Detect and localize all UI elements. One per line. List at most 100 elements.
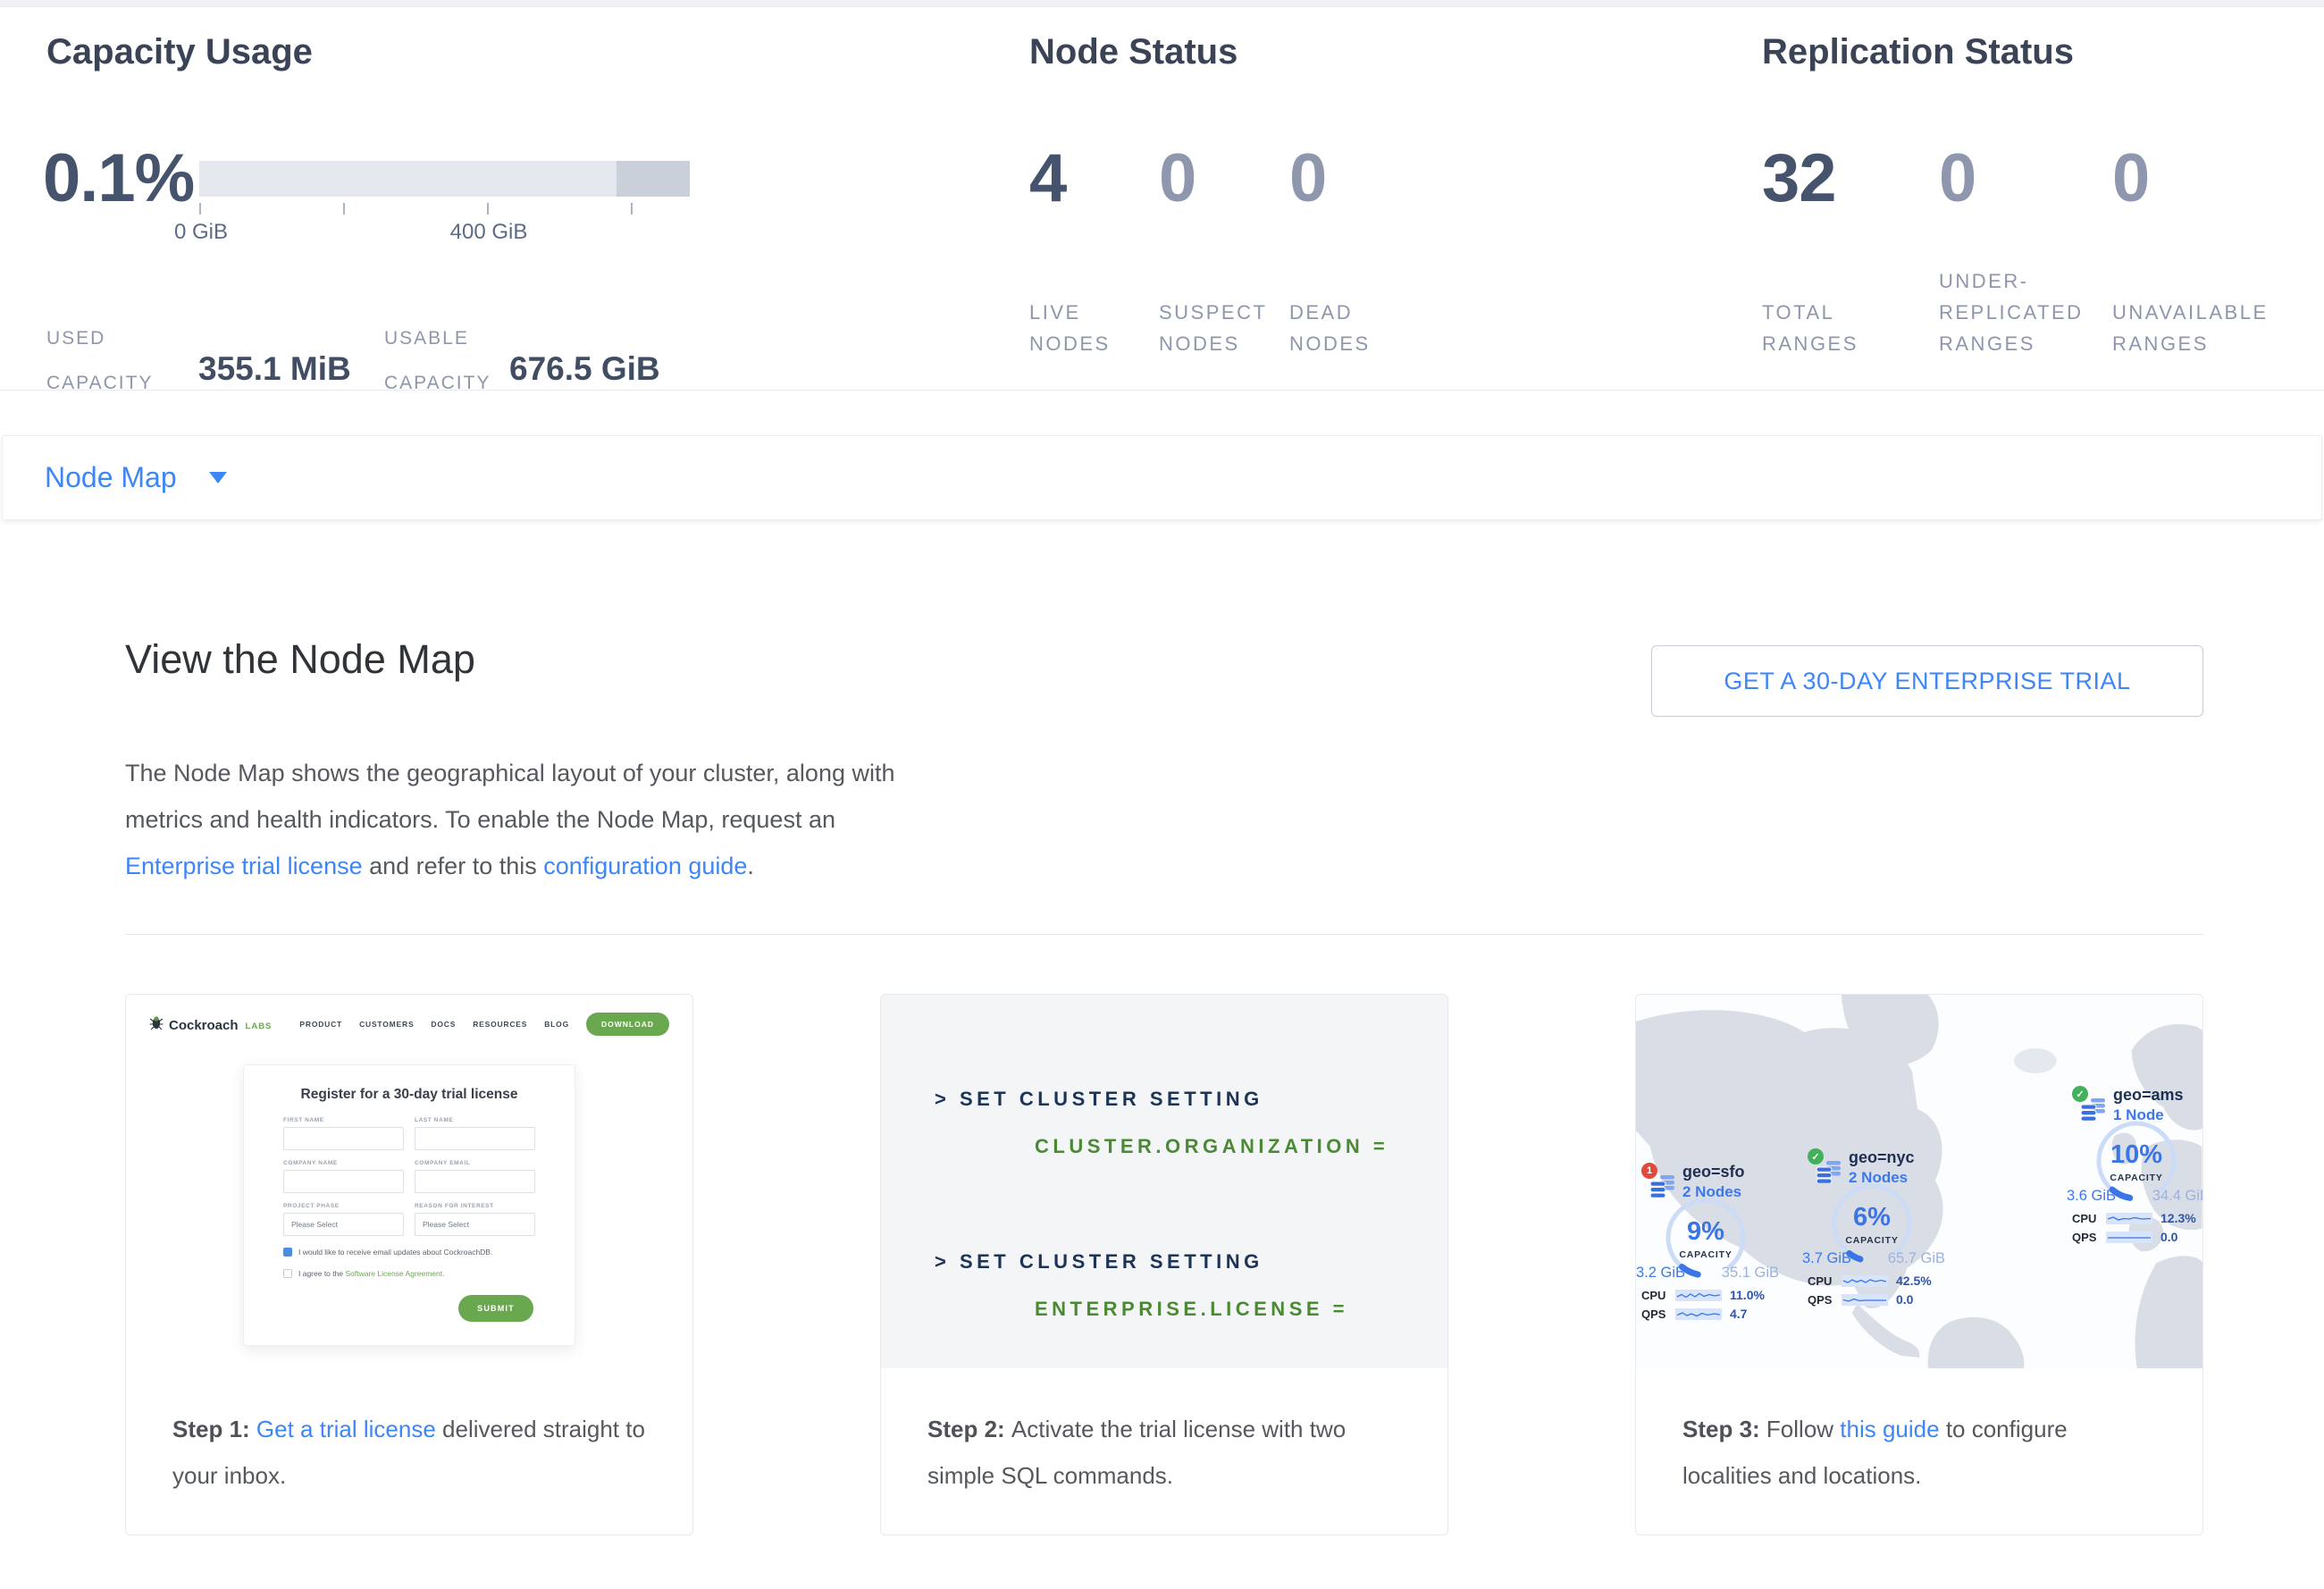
checkbox-unchecked-icon xyxy=(283,1269,292,1278)
map-node-nyc: ✓ geo=nyc 2 Nodes 6% CAPACITY 3.7 GiB xyxy=(1808,1147,1942,1309)
cpu-value: 11.0% xyxy=(1730,1288,1765,1302)
capacity-axis-tick xyxy=(631,203,633,214)
live-nodes-value: 4 xyxy=(1029,139,1066,217)
dead-nodes-value: 0 xyxy=(1289,139,1326,217)
mini-field-label: COMPANY EMAIL xyxy=(415,1160,535,1166)
step-3-caption: Step 3: Follow this guide to configure l… xyxy=(1636,1368,2202,1499)
cpu-label: CPU xyxy=(2072,1212,2106,1225)
capacity-range: 3.6 GiB 34.4 GiB xyxy=(2067,1188,2203,1205)
cpu-metric-row: CPU 11.0% xyxy=(1641,1288,1765,1302)
used-capacity-label: USED CAPACITY xyxy=(46,316,189,406)
live-nodes-label: LIVE NODES xyxy=(1029,297,1145,359)
capacity-label: CAPACITY xyxy=(1661,1249,1750,1260)
step-1-card: Cockroach LABS PRODUCT CUSTOMERS DOCS RE… xyxy=(125,994,693,1535)
under-replicated-ranges-value: 0 xyxy=(1939,139,1976,217)
chevron-down-icon xyxy=(209,472,227,483)
replication-status-title: Replication Status xyxy=(1762,32,2074,72)
section-description: The Node Map shows the geographical layo… xyxy=(125,750,938,889)
mini-field-label: FIRST NAME xyxy=(283,1117,404,1123)
mini-checkbox-label: I agree to the Software License Agreemen… xyxy=(298,1269,445,1279)
page-top-strip xyxy=(0,0,2324,7)
unavailable-ranges-value: 0 xyxy=(2112,139,2149,217)
enterprise-trial-license-link[interactable]: Enterprise trial license xyxy=(125,853,363,879)
usable-capacity-value: 676.5 GiB xyxy=(509,350,660,388)
mini-form-fields: FIRST NAME LAST NAME COMPANY NAME COMPAN… xyxy=(283,1117,535,1236)
cockroach-labs-logo: Cockroach LABS xyxy=(149,1016,272,1033)
cpu-metric-row: CPU 42.5% xyxy=(1808,1274,1932,1288)
cpu-value: 42.5% xyxy=(1896,1274,1932,1288)
mini-field-first-name: FIRST NAME xyxy=(283,1117,404,1150)
cluster-overview-page: Capacity Usage 0.1% 0 GiB 400 GiB USED C… xyxy=(0,0,2324,1589)
capacity-total: 35.1 GiB xyxy=(1722,1265,1779,1282)
qps-label: QPS xyxy=(1641,1307,1675,1321)
cpu-value: 12.3% xyxy=(2160,1211,2196,1225)
capacity-axis-tick xyxy=(343,203,345,214)
step-2-caption: Step 2: Activate the trial license with … xyxy=(881,1368,1447,1499)
capacity-axis-label-zero: 0 GiB xyxy=(174,220,228,245)
view-selector-label: Node Map xyxy=(45,461,177,494)
capacity-percent: 10% xyxy=(2092,1140,2181,1170)
mini-submit-button: SUBMIT xyxy=(458,1295,533,1322)
cpu-sparkline xyxy=(2106,1213,2152,1224)
mini-site-nav: PRODUCT CUSTOMERS DOCS RESOURCES BLOG DO… xyxy=(299,1013,669,1036)
under-replicated-ranges-label: UNDER-REPLICATED RANGES xyxy=(1939,265,2109,359)
step-label: Step 1: xyxy=(172,1416,256,1442)
sql-snippet: > SET CLUSTER SETTING CLUSTER.ORGANIZATI… xyxy=(881,995,1447,1368)
mini-license-agreement-link: Software License Agreement. xyxy=(345,1269,444,1278)
section-heading: View the Node Map xyxy=(125,636,475,683)
node-map-preview: 1 geo=sfo 2 Nodes 9% CAPACITY 3.2 GiB xyxy=(1636,995,2202,1368)
get-enterprise-trial-button[interactable]: GET A 30-DAY ENTERPRISE TRIAL xyxy=(1651,645,2203,717)
description-text: and refer to this xyxy=(363,853,544,879)
caption-text: Follow xyxy=(1766,1416,1840,1442)
description-text: The Node Map shows the geographical layo… xyxy=(125,760,895,833)
configuration-guide-link[interactable]: configuration guide xyxy=(543,853,747,879)
step-1-caption: Step 1: Get a trial license delivered st… xyxy=(126,1368,692,1499)
get-trial-license-link[interactable]: Get a trial license xyxy=(256,1416,436,1442)
capacity-total: 34.4 GiB xyxy=(2152,1188,2203,1205)
qps-sparkline xyxy=(2106,1232,2152,1243)
capacity-usage-bar xyxy=(199,161,690,197)
node-status-title: Node Status xyxy=(1029,32,1238,72)
mini-form-title: Register for a 30-day trial license xyxy=(283,1087,535,1103)
suspect-nodes-value: 0 xyxy=(1159,139,1196,217)
capacity-used: 3.7 GiB xyxy=(1802,1250,1851,1267)
sql-line-2: > SET CLUSTER SETTING xyxy=(935,1250,1447,1273)
mini-field-company-email: COMPANY EMAIL xyxy=(415,1160,535,1193)
mini-checkbox-license-agreement: I agree to the Software License Agreemen… xyxy=(283,1269,535,1279)
mini-field-company-name: COMPANY NAME xyxy=(283,1160,404,1193)
this-guide-link[interactable]: this guide xyxy=(1840,1416,1939,1442)
mini-text-input xyxy=(283,1170,404,1193)
sql-line-1: > SET CLUSTER SETTING xyxy=(935,1088,1447,1110)
view-selector-dropdown[interactable]: Node Map xyxy=(45,461,227,494)
mini-select: Please Select xyxy=(415,1213,535,1236)
capacity-used: 3.2 GiB xyxy=(1636,1265,1685,1282)
qps-label: QPS xyxy=(1808,1293,1842,1307)
mini-site-header: Cockroach LABS PRODUCT CUSTOMERS DOCS RE… xyxy=(126,995,692,1036)
cockroach-bug-icon xyxy=(149,1016,164,1033)
locality-name: geo=nyc xyxy=(1849,1148,1915,1167)
cpu-label: CPU xyxy=(1808,1274,1842,1288)
qps-value: 0.0 xyxy=(2160,1230,2177,1244)
mini-nav-docs: DOCS xyxy=(431,1020,456,1029)
mini-field-reason: REASON FOR INTERESTPlease Select xyxy=(415,1203,535,1236)
mini-checkbox-text: I agree to the xyxy=(298,1269,345,1278)
step-label: Step 2: xyxy=(927,1416,1011,1442)
capacity-axis-label-400: 400 GiB xyxy=(450,220,528,245)
mini-nav-blog: BLOG xyxy=(544,1020,569,1029)
checkbox-checked-icon xyxy=(283,1248,292,1257)
sql-arg-2: ENTERPRISE.LICENSE = xyxy=(1035,1298,1447,1320)
capacity-total: 65.7 GiB xyxy=(1888,1250,1945,1267)
capacity-usage-title: Capacity Usage xyxy=(46,32,313,72)
mini-site-brand: Cockroach xyxy=(169,1018,239,1033)
mini-field-last-name: LAST NAME xyxy=(415,1117,535,1150)
view-selector-bar: Node Map xyxy=(2,435,2322,520)
mini-checkbox-label: I would like to receive email updates ab… xyxy=(298,1248,492,1257)
capacity-axis-tick xyxy=(199,203,201,214)
step-label: Step 3: xyxy=(1682,1416,1766,1442)
unavailable-ranges-label: UNAVAILABLE RANGES xyxy=(2112,297,2309,359)
total-ranges-label: TOTAL RANGES xyxy=(1762,297,1896,359)
mini-nav-resources: RESOURCES xyxy=(473,1020,527,1029)
trial-registration-screenshot: Cockroach LABS PRODUCT CUSTOMERS DOCS RE… xyxy=(126,995,692,1368)
locality-name: geo=sfo xyxy=(1682,1163,1745,1181)
qps-sparkline xyxy=(1842,1294,1888,1306)
